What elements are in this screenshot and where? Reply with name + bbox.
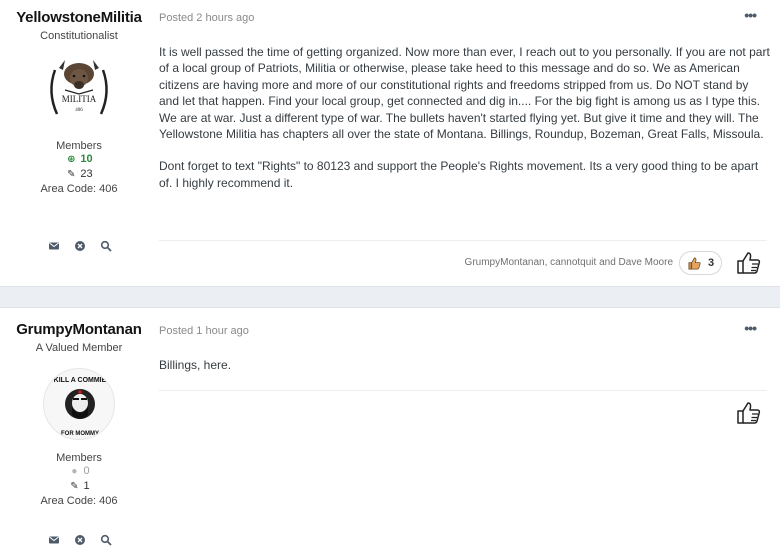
thumbs-up-icon[interactable] <box>736 400 762 426</box>
avatar[interactable]: KILL A COMMIE FOR MOMMY <box>43 368 115 440</box>
divider <box>159 390 767 391</box>
reputation-count: 10 <box>80 153 93 165</box>
search-icon[interactable] <box>100 240 112 252</box>
reaction-summary[interactable]: 3 <box>679 251 722 275</box>
author-actions <box>48 240 112 252</box>
area-code: Area Code: 406 <box>40 495 118 507</box>
member-group: Members <box>56 452 102 464</box>
circle-icon: ● <box>71 466 78 477</box>
reactors-list[interactable]: GrumpyMontanan, cannotquit and Dave Moor… <box>465 257 673 268</box>
post-content: It is well passed the time of getting or… <box>159 44 771 191</box>
author-panel: GrumpyMontanan A Valued Member KILL A CO… <box>0 308 158 509</box>
militia-logo-icon: MILITIA 406 <box>50 60 108 115</box>
search-icon[interactable] <box>100 534 112 546</box>
plus-circle-icon: ⊕ <box>67 154 76 165</box>
post-count-value: 23 <box>80 168 93 180</box>
author-title: A Valued Member <box>35 342 123 354</box>
post-count-value: 1 <box>83 480 90 492</box>
pencil-icon: ✎ <box>70 481 79 492</box>
post-count: ✎ 23 <box>0 167 158 182</box>
post-content: Billings, here. <box>159 357 771 373</box>
avatar[interactable]: MILITIA 406 <box>43 56 115 128</box>
avatar-small-text: 406 <box>75 108 83 113</box>
area-code: Area Code: 406 <box>40 183 118 195</box>
pencil-icon: ✎ <box>67 169 76 180</box>
reaction-count: 3 <box>707 257 715 269</box>
thumbs-up-reaction-icon <box>688 256 701 269</box>
post-date[interactable]: Posted 2 hours ago <box>159 12 254 24</box>
avatar-image-icon: KILL A COMMIE FOR MOMMY <box>54 377 107 437</box>
post: YellowstoneMilitia Constitutionalist MIL… <box>0 0 780 287</box>
author-name[interactable]: YellowstoneMilitia <box>0 9 158 26</box>
thumbs-up-icon[interactable] <box>736 250 762 276</box>
post-paragraph: It is well passed the time of getting or… <box>159 45 770 142</box>
avatar-text: MILITIA <box>62 94 97 104</box>
author-panel: YellowstoneMilitia Constitutionalist MIL… <box>0 0 158 197</box>
block-icon[interactable] <box>74 240 86 252</box>
envelope-icon[interactable] <box>48 240 60 252</box>
reputation-count: 0 <box>83 465 90 477</box>
envelope-icon[interactable] <box>48 534 60 546</box>
reputation: ● 0 <box>0 464 158 479</box>
member-group: Members <box>56 140 102 152</box>
post-count: ✎ 1 <box>0 479 158 494</box>
more-options-icon[interactable]: ••• <box>744 320 757 336</box>
author-actions <box>48 534 112 546</box>
post: GrumpyMontanan A Valued Member KILL A CO… <box>0 307 780 549</box>
author-name[interactable]: GrumpyMontanan <box>0 321 158 338</box>
avatar-text-bottom: FOR MOMMY <box>61 431 99 437</box>
post-paragraph: Billings, here. <box>159 358 232 372</box>
divider <box>159 240 767 241</box>
reputation: ⊕ 10 <box>0 152 158 167</box>
block-icon[interactable] <box>74 534 86 546</box>
more-options-icon[interactable]: ••• <box>744 7 757 23</box>
author-title: Constitutionalist <box>40 30 118 42</box>
post-date[interactable]: Posted 1 hour ago <box>159 325 249 337</box>
post-paragraph: Dont forget to text "Rights" to 80123 an… <box>159 159 759 190</box>
avatar-text-top: KILL A COMMIE <box>54 377 107 384</box>
